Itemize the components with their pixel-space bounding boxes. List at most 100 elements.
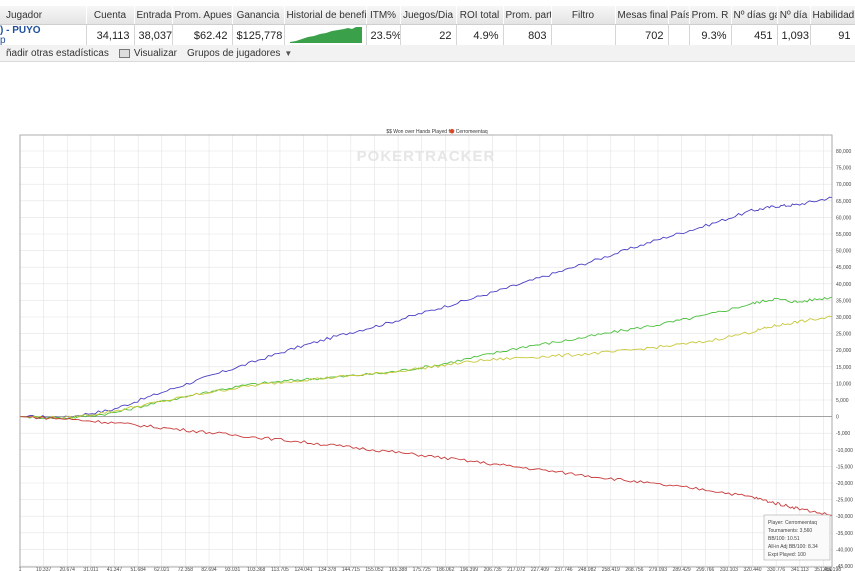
y-tick-label: 75,000 (836, 166, 852, 172)
column-header-11[interactable]: Mesas finale (615, 6, 669, 25)
y-tick-label: 10,000 (836, 381, 852, 387)
series-line-0 (20, 196, 833, 419)
y-axis-ticks: 80,000 75,000 70,000 65,000 60,000 55,000 50,0… (836, 149, 853, 570)
plot-frame (19, 134, 833, 568)
y-tick-label: 80,000 (836, 149, 852, 155)
chart-series (19, 196, 833, 516)
y-tick-label: 40,000 (836, 282, 852, 288)
legend-line: Tournaments: 3,560 (768, 528, 812, 534)
y-tick-label: -5,000 (836, 431, 850, 437)
profit-history-sparkline (289, 26, 362, 43)
x-tick-label: 268,756 (625, 567, 643, 571)
x-tick-label: 310,103 (720, 567, 738, 571)
x-tick-label: 196,399 (460, 567, 478, 571)
chevron-down-icon: ▼ (284, 48, 293, 58)
y-tick-label: -30,000 (836, 514, 853, 520)
column-header-9[interactable]: Prom. part (503, 6, 552, 25)
series-line-3 (19, 415, 833, 516)
column-header-5[interactable]: Historial de benefi (284, 6, 367, 25)
x-tick-label: 72,358 (178, 567, 194, 571)
x-tick-label: 93,031 (225, 567, 241, 571)
column-header-15[interactable]: Nº día (777, 6, 811, 25)
x-tick-label: 124,041 (295, 567, 313, 571)
legend-line: Expt Played: 100 (768, 552, 806, 558)
y-tick-label: 0 (836, 415, 839, 421)
chart-icon (118, 48, 130, 58)
column-header-8[interactable]: ROI total (456, 6, 504, 25)
x-tick-label: 258,419 (602, 567, 620, 571)
column-header-7[interactable]: Juegos/Dia (400, 6, 457, 25)
x-axis-ticks: 1 10,337 20,674 31,011 41,347 51,684 62,021 72,… (19, 567, 842, 571)
y-tick-label: -25,000 (836, 498, 853, 504)
x-tick-label: 20,674 (60, 567, 76, 571)
column-header-12[interactable]: País (668, 6, 690, 25)
x-tick-label: 165,388 (389, 567, 407, 571)
x-tick-label: 341,113 (791, 567, 809, 571)
x-tick-label: 103,368 (247, 567, 265, 571)
winnings-graph: $$ Won over Hands Played for Cerromeenta… (19, 128, 853, 571)
x-tick-label: 82,694 (201, 567, 217, 571)
x-tick-label: 134,378 (318, 567, 336, 571)
chart-title-logo-icon (449, 128, 455, 134)
column-header-14[interactable]: Nº días ga (731, 6, 778, 25)
x-tick-label: 237,746 (554, 567, 572, 571)
x-tick-label: 31,011 (83, 567, 98, 571)
y-tick-label: 5,000 (836, 398, 849, 404)
x-tick-label: 155,052 (365, 567, 383, 571)
y-tick-label: -35,000 (836, 531, 853, 537)
player-name-link[interactable]: ) - PUYÓ (0, 26, 82, 36)
table-toolbar: ñadir otras estadísticas Visualizar Grup… (0, 45, 855, 62)
player-stats-table: JugadorCuentaEntradasProm. ApuestGananci… (0, 6, 855, 48)
x-tick-label: 217,072 (507, 567, 525, 571)
x-tick-label: 51,684 (131, 567, 147, 571)
x-tick-label: 62,021 (154, 567, 170, 571)
y-tick-label: 20,000 (836, 348, 852, 354)
y-tick-label: 50,000 (836, 249, 852, 255)
x-tick-label: 320,440 (744, 567, 762, 571)
column-header-13[interactable]: Prom. R (689, 6, 732, 25)
series-line-1 (19, 296, 833, 420)
column-header-4[interactable]: Ganancia (232, 6, 285, 25)
x-tick-label: 279,093 (649, 567, 667, 571)
add-stats-label: ñadir otras estadísticas (6, 47, 109, 59)
y-tick-label: 35,000 (836, 298, 852, 304)
legend-line: All-in Adj BB/100: 8.34 (768, 544, 818, 550)
x-tick-label: 1 (19, 567, 22, 571)
column-header-6[interactable]: ITM% (366, 6, 401, 25)
series-line-2 (19, 315, 833, 420)
x-tick-label: 299,766 (696, 567, 714, 571)
column-header-16[interactable]: Habilidad (810, 6, 855, 25)
y-tick-label: -15,000 (836, 464, 853, 470)
column-header-0[interactable]: Jugador (0, 6, 87, 25)
y-tick-label: -20,000 (836, 481, 853, 487)
player-groups-label: Grupos de jugadores (187, 47, 281, 59)
x-tick-label: 113,705 (271, 567, 289, 571)
y-tick-label: 55,000 (836, 232, 852, 238)
x-tick-label: 10,337 (36, 567, 52, 571)
player-groups-dropdown[interactable]: Grupos de jugadores ▼ (187, 48, 292, 59)
y-tick-label: 25,000 (836, 332, 852, 338)
visualize-label: Visualizar (133, 47, 177, 59)
add-stats-button[interactable]: ñadir otras estadísticas (6, 48, 109, 59)
column-header-2[interactable]: Entradas (134, 6, 173, 25)
y-tick-label: -40,000 (836, 547, 853, 553)
y-tick-label: 45,000 (836, 265, 852, 271)
x-tick-label: 144,715 (342, 567, 360, 571)
x-tick-label: 41,347 (107, 567, 123, 571)
y-tick-label: 70,000 (836, 182, 852, 188)
x-tick-label: 206,735 (484, 567, 502, 571)
visualize-button[interactable]: Visualizar (118, 47, 177, 59)
column-header-10[interactable]: Filtro (551, 6, 616, 25)
x-tick-label: 330,776 (767, 567, 785, 571)
x-tick-label: 175,725 (413, 567, 431, 571)
column-header-3[interactable]: Prom. Apuest (172, 6, 233, 25)
x-tick-label: 355,198 (823, 567, 841, 571)
chart-grid (19, 135, 833, 567)
chart-title: $$ Won over Hands Played for Cerromeenta… (386, 129, 488, 135)
y-tick-label: 15,000 (836, 365, 852, 371)
column-header-1[interactable]: Cuenta (86, 6, 135, 25)
y-tick-label: 65,000 (836, 199, 852, 205)
table-header-row: JugadorCuentaEntradasProm. ApuestGananci… (0, 6, 855, 25)
x-tick-label: 227,409 (531, 567, 549, 571)
x-tick-label: 289,429 (673, 567, 691, 571)
